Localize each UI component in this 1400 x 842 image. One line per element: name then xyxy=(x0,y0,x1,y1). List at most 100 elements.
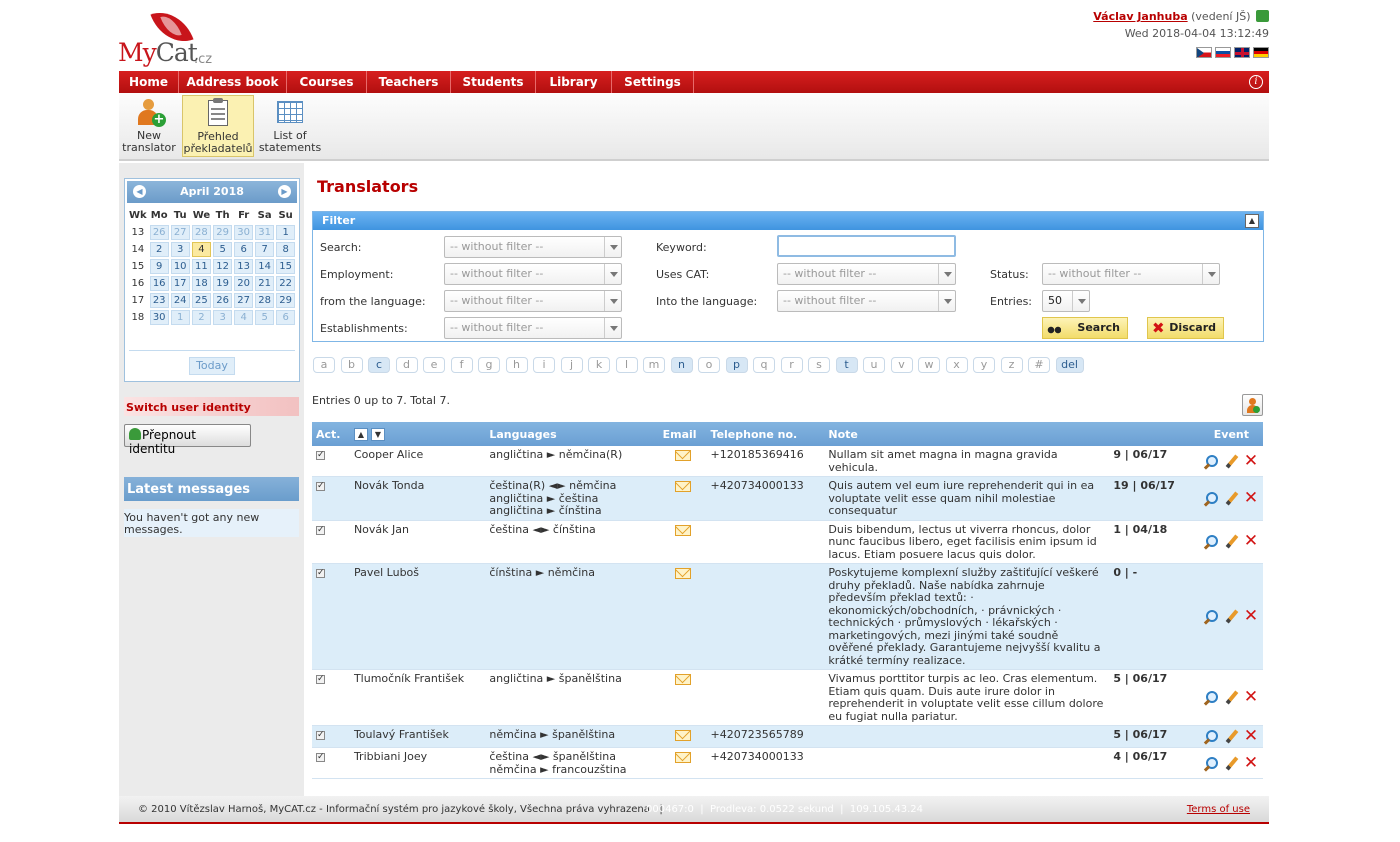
today-button[interactable]: Today xyxy=(189,357,235,375)
info-icon[interactable]: i xyxy=(1249,75,1263,89)
terms-of-use-link[interactable]: Terms of use xyxy=(1187,796,1250,824)
calendar-day[interactable]: 30 xyxy=(149,310,169,325)
row-checkbox[interactable] xyxy=(316,480,325,493)
row-checkbox[interactable] xyxy=(316,449,325,462)
view-icon[interactable] xyxy=(1203,690,1219,706)
logout-icon[interactable] xyxy=(1256,10,1269,22)
letter-filter-r[interactable]: r xyxy=(780,357,803,373)
search-button[interactable]: Search xyxy=(1042,317,1128,339)
delete-icon[interactable]: ✕ xyxy=(1243,533,1259,550)
calendar-day[interactable]: 23 xyxy=(149,293,169,308)
translator-name[interactable]: Novák Tonda xyxy=(349,476,486,521)
letter-filter-f[interactable]: f xyxy=(450,357,473,373)
email-icon[interactable] xyxy=(674,674,691,685)
calendar-day[interactable]: 1 xyxy=(170,310,190,325)
letter-filter-o[interactable]: o xyxy=(698,357,720,373)
email-icon[interactable] xyxy=(674,481,691,492)
calendar-day[interactable]: 26 xyxy=(213,293,233,308)
edit-icon[interactable] xyxy=(1223,609,1239,625)
nav-teachers[interactable]: Teachers xyxy=(367,71,451,93)
delete-icon[interactable]: ✕ xyxy=(1243,452,1259,470)
row-checkbox[interactable] xyxy=(316,567,325,580)
calendar-day[interactable]: 25 xyxy=(191,293,212,308)
calendar-day[interactable]: 12 xyxy=(213,259,233,274)
calendar-day[interactable]: 27 xyxy=(170,225,190,240)
letter-filter-p[interactable]: p xyxy=(725,357,748,373)
sk-flag-icon[interactable] xyxy=(1215,46,1231,58)
view-icon[interactable] xyxy=(1203,756,1219,772)
letter-filter-k[interactable]: k xyxy=(588,357,610,373)
entries-select[interactable]: 50 xyxy=(1042,290,1090,312)
view-icon[interactable] xyxy=(1203,534,1219,550)
calendar-day[interactable]: 4 xyxy=(191,242,212,257)
calendar-day[interactable]: 4 xyxy=(234,310,254,325)
calendar-day[interactable]: 1 xyxy=(276,225,296,240)
calendar-day[interactable]: 22 xyxy=(276,276,296,291)
calendar-day[interactable]: 3 xyxy=(213,310,233,325)
calendar-day[interactable]: 7 xyxy=(255,242,275,257)
nav-home[interactable]: Home xyxy=(119,71,179,93)
row-checkbox[interactable] xyxy=(316,524,325,536)
switch-identity-button[interactable]: Přepnout identitu xyxy=(124,424,251,456)
calendar-day[interactable]: 3 xyxy=(170,242,190,257)
edit-icon[interactable] xyxy=(1223,534,1239,550)
search-select[interactable]: -- without filter -- xyxy=(444,236,622,258)
letter-filter-g[interactable]: g xyxy=(478,357,500,373)
calendar-day[interactable]: 26 xyxy=(149,225,169,240)
delete-icon[interactable]: ✕ xyxy=(1243,489,1259,507)
calendar-day[interactable]: 13 xyxy=(234,259,254,274)
letter-filter-v[interactable]: v xyxy=(890,357,913,373)
letter-filter-q[interactable]: q xyxy=(753,357,775,373)
calendar-day[interactable]: 29 xyxy=(213,225,233,240)
letter-filter-s[interactable]: s xyxy=(808,357,830,373)
email-icon[interactable] xyxy=(674,568,691,579)
nav-settings[interactable]: Settings xyxy=(612,71,694,93)
letter-filter-x[interactable]: x xyxy=(945,357,968,373)
letter-filter-i[interactable]: i xyxy=(533,357,555,373)
new-translator-button[interactable]: + New translator xyxy=(121,95,177,157)
view-icon[interactable] xyxy=(1203,729,1219,745)
translators-overview-button[interactable]: Přehled překladatelů xyxy=(182,95,254,157)
filter-header[interactable]: Filter ▲ xyxy=(313,212,1263,230)
calendar-day[interactable]: 30 xyxy=(234,225,254,240)
add-translator-icon[interactable] xyxy=(1242,394,1263,416)
letter-filter-w[interactable]: w xyxy=(918,357,940,373)
mycat-logo[interactable]: MyCat .cz xyxy=(118,3,228,70)
collapse-icon[interactable]: ▲ xyxy=(1245,214,1259,228)
letter-filter-y[interactable]: y xyxy=(973,357,995,373)
keyword-input[interactable] xyxy=(777,235,956,257)
translator-name[interactable]: Tlumočník František xyxy=(349,669,486,726)
edit-icon[interactable] xyxy=(1223,756,1239,772)
calendar-day[interactable]: 17 xyxy=(170,276,190,291)
letter-filter-hash[interactable]: # xyxy=(1028,357,1050,373)
calendar-day[interactable]: 2 xyxy=(191,310,212,325)
translator-name[interactable]: Cooper Alice xyxy=(349,446,486,477)
nav-students[interactable]: Students xyxy=(451,71,536,93)
establishments-select[interactable]: -- without filter -- xyxy=(444,317,622,339)
email-icon[interactable] xyxy=(674,524,691,536)
calendar-day[interactable]: 21 xyxy=(255,276,275,291)
list-of-statements-button[interactable]: List of statements xyxy=(257,95,323,157)
calendar-day[interactable]: 14 xyxy=(255,259,275,274)
letter-filter-j[interactable]: j xyxy=(560,357,583,373)
calendar-day[interactable]: 16 xyxy=(149,276,169,291)
nav-library[interactable]: Library xyxy=(536,71,612,93)
delete-icon[interactable]: ✕ xyxy=(1243,754,1259,772)
view-icon[interactable] xyxy=(1203,491,1219,507)
calendar-day[interactable]: 10 xyxy=(170,259,190,274)
view-icon[interactable] xyxy=(1203,454,1219,470)
letter-filter-m[interactable]: m xyxy=(643,357,665,373)
letter-filter-l[interactable]: l xyxy=(615,357,638,373)
letter-filter-u[interactable]: u xyxy=(863,357,885,373)
letter-filter-n[interactable]: n xyxy=(670,357,693,373)
view-icon[interactable] xyxy=(1203,609,1219,625)
calendar-day[interactable]: 6 xyxy=(276,310,296,325)
letter-filter-h[interactable]: h xyxy=(505,357,528,373)
edit-icon[interactable] xyxy=(1223,729,1239,745)
letter-filter-delete[interactable]: del xyxy=(1055,357,1084,373)
calendar-day[interactable]: 9 xyxy=(149,259,169,274)
calendar-day[interactable]: 8 xyxy=(276,242,296,257)
calendar-day[interactable]: 20 xyxy=(234,276,254,291)
delete-icon[interactable]: ✕ xyxy=(1243,728,1259,745)
calendar-day[interactable]: 31 xyxy=(255,225,275,240)
